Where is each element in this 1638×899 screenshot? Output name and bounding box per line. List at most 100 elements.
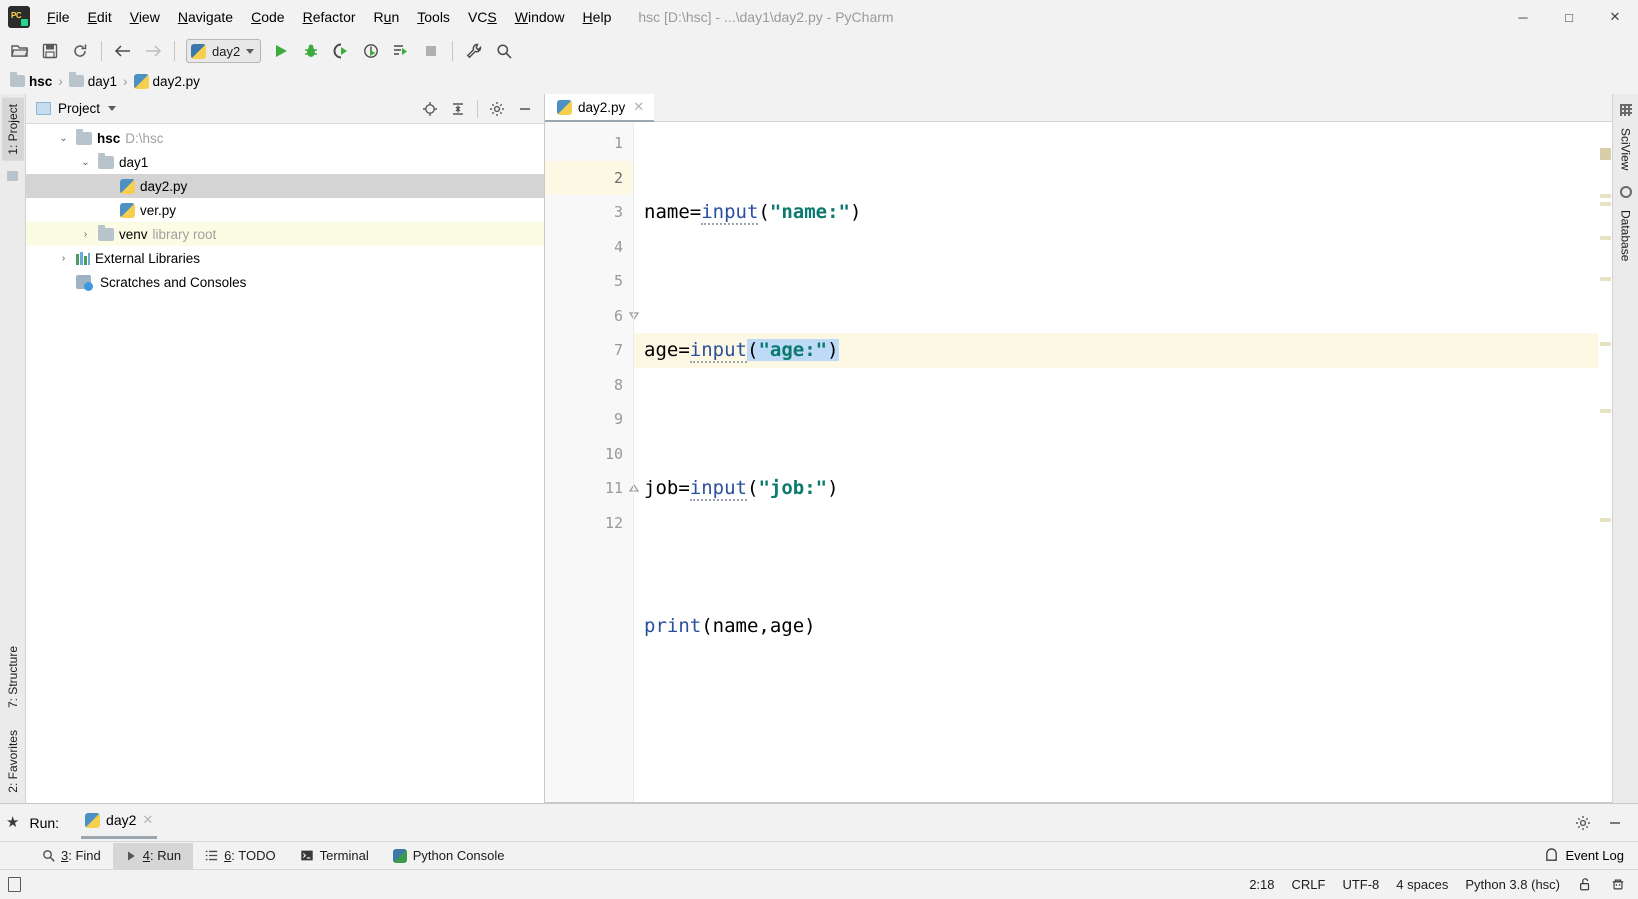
menu-item-refactor[interactable]: Refactor (294, 3, 365, 31)
menu-item-help[interactable]: Help (574, 3, 621, 31)
collapse-all-icon[interactable] (445, 97, 471, 121)
run-icon[interactable] (267, 38, 295, 64)
breadcrumb-separator: › (58, 73, 63, 89)
locate-icon[interactable] (417, 97, 443, 121)
python-file-icon (557, 99, 572, 115)
save-icon[interactable] (36, 38, 64, 64)
chevron-down-icon[interactable] (108, 106, 117, 111)
sidebar-item-favorites[interactable]: 2: Favorites (2, 724, 24, 799)
chevron-right-icon[interactable]: › (56, 253, 71, 264)
breadcrumb-item-2[interactable]: day2.py (153, 74, 200, 89)
run-with-coverage-icon[interactable] (327, 38, 355, 64)
search-icon[interactable] (490, 38, 518, 64)
tree-node-external-libraries[interactable]: › External Libraries (26, 246, 544, 270)
chevron-down-icon[interactable]: ⌄ (56, 133, 71, 144)
inspector-icon[interactable] (1610, 877, 1626, 893)
menu-item-navigate[interactable]: Navigate (169, 3, 242, 31)
tree-label: venv (119, 226, 148, 242)
project-tool-window: Project ⌄ hsc D:\hsc ⌄ day1 day2.py ver.… (26, 94, 545, 803)
hide-icon[interactable] (1602, 811, 1628, 835)
tool-window-terminal[interactable]: Terminal (288, 843, 381, 869)
minimize-button[interactable]: ─ (1500, 0, 1546, 34)
run-configuration-selector[interactable]: day2 (186, 39, 262, 63)
event-log-area: Event Log (1544, 848, 1638, 863)
editor-scrollbar[interactable] (1598, 122, 1612, 802)
hide-icon[interactable] (512, 97, 538, 121)
terminal-icon (300, 850, 313, 861)
maximize-button[interactable]: □ (1546, 0, 1592, 34)
gear-icon[interactable] (1570, 811, 1596, 835)
stop-icon[interactable] (417, 38, 445, 64)
editor-tab-bar: day2.py ✕ (545, 94, 1612, 122)
menu-item-file[interactable]: File (38, 3, 79, 31)
line-number: 6 (613, 306, 623, 325)
tree-node-day1[interactable]: ⌄ day1 (26, 150, 544, 174)
code-editor[interactable]: 1 2 3 4 5 6 7 8 9 10 11 12 name=input("n… (545, 122, 1612, 802)
sidebar-item-sciview[interactable]: SciView (1615, 122, 1637, 176)
indent-setting[interactable]: 4 spaces (1396, 877, 1448, 892)
tool-window-todo[interactable]: 6: TODO (193, 843, 288, 869)
tree-node-day2-py[interactable]: day2.py (26, 174, 544, 198)
sidebar-item-structure[interactable]: 7: Structure (2, 640, 24, 714)
tool-window-python-console[interactable]: Python Console (381, 843, 517, 869)
unlocked-icon[interactable] (1577, 877, 1593, 893)
line-number: 11 (604, 479, 623, 498)
file-encoding[interactable]: UTF-8 (1342, 877, 1379, 892)
menu-item-vcs[interactable]: VCS (459, 3, 506, 31)
tree-node-scratches[interactable]: Scratches and Consoles (26, 270, 544, 294)
panel-divider (477, 99, 478, 118)
folder-icon (10, 72, 25, 87)
line-separator[interactable]: CRLF (1292, 877, 1326, 892)
tree-node-hsc[interactable]: ⌄ hsc D:\hsc (26, 126, 544, 150)
close-icon[interactable]: ✕ (142, 812, 153, 828)
breadcrumb-item-0[interactable]: hsc (29, 74, 52, 89)
tree-label: Scratches and Consoles (100, 274, 247, 290)
menu-item-edit[interactable]: Edit (79, 3, 121, 31)
tree-node-venv[interactable]: › venv library root (26, 222, 544, 246)
line-number: 10 (604, 444, 623, 463)
tab-day2-py[interactable]: day2.py ✕ (545, 94, 655, 122)
code-line-4: print(name,age) (644, 609, 1598, 644)
tree-node-ver-py[interactable]: ver.py (26, 198, 544, 222)
line-number: 5 (613, 272, 623, 291)
debug-icon[interactable] (297, 38, 325, 64)
gear-icon[interactable] (484, 97, 510, 121)
token-var: age (644, 339, 679, 361)
caret-position[interactable]: 2:18 (1249, 877, 1274, 892)
code-content[interactable]: name=input("name:") age=input("age:") jo… (633, 122, 1598, 802)
favorites-star-icon[interactable]: ★ (6, 815, 19, 830)
document-icon[interactable] (8, 877, 21, 892)
arrow-right-icon[interactable] (139, 38, 167, 64)
sync-icon[interactable] (66, 38, 94, 64)
menu-item-code[interactable]: Code (242, 3, 293, 31)
close-icon[interactable]: ✕ (631, 99, 646, 115)
menu-item-run[interactable]: Run (365, 3, 409, 31)
scrollbar-marker (1600, 236, 1611, 240)
sidebar-item-database[interactable]: Database (1615, 204, 1637, 267)
tool-window-find[interactable]: 3: Find (30, 843, 113, 869)
run-tab-day2[interactable]: day2 ✕ (81, 806, 158, 839)
sidebar-item-project[interactable]: 1: Project (1, 98, 24, 161)
breadcrumb-item-1[interactable]: day1 (88, 74, 117, 89)
event-log-label[interactable]: Event Log (1565, 848, 1624, 863)
python-interpreter[interactable]: Python 3.8 (hsc) (1465, 877, 1560, 892)
close-button[interactable]: ✕ (1592, 0, 1638, 34)
tool-window-run[interactable]: 4: Run (112, 842, 194, 869)
chevron-down-icon[interactable]: ⌄ (78, 157, 93, 168)
menu-item-tools[interactable]: Tools (408, 3, 459, 31)
token-string: "name:" (769, 201, 850, 223)
folder-open-icon[interactable] (6, 38, 34, 64)
python-file-icon (133, 73, 149, 89)
line-number: 1 (613, 134, 623, 153)
profile-icon[interactable] (357, 38, 385, 64)
wrench-icon[interactable] (460, 38, 488, 64)
arrow-left-icon[interactable] (109, 38, 137, 64)
breadcrumb-separator: › (123, 73, 128, 89)
chevron-right-icon[interactable]: › (78, 229, 93, 240)
menu-item-window[interactable]: Window (506, 3, 574, 31)
run-tests-icon[interactable] (387, 38, 415, 64)
menu-item-view[interactable]: View (121, 3, 169, 31)
token-rparen: ) (827, 477, 839, 499)
line-number: 7 (613, 341, 623, 360)
editor-tab-label: day2.py (578, 99, 626, 115)
